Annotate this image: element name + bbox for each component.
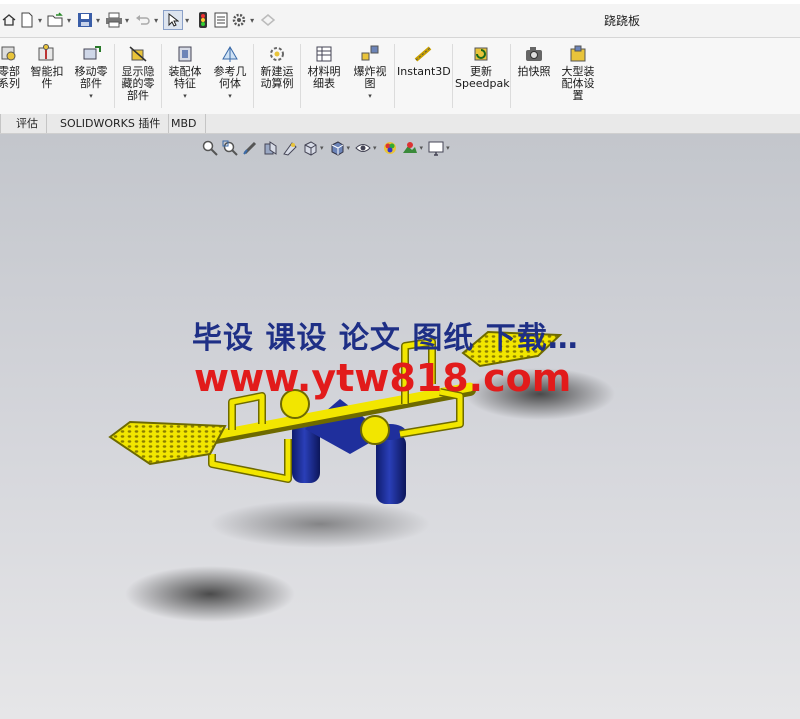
smart-fastener-icon xyxy=(38,44,54,61)
bill-of-materials-icon xyxy=(316,46,332,62)
update-speedpak-icon xyxy=(474,47,488,61)
undo-icon[interactable] xyxy=(134,11,152,29)
move-component-icon xyxy=(83,46,101,60)
smart-fastener-button[interactable]: 智能扣 件 xyxy=(27,44,67,90)
new-motion-study-icon xyxy=(270,47,284,61)
tab-mbd[interactable]: MBD xyxy=(163,114,206,133)
tab-evaluate[interactable]: 评估 xyxy=(8,114,47,133)
quick-access-toolbar: ▾ ▾ ▾ ▾ ▾ ▾ ▾ 跷跷板 xyxy=(0,0,800,38)
new-motion-study-button[interactable]: 新建运 动算例 xyxy=(256,44,298,90)
exploded-view-dropdown-icon[interactable]: ▾ xyxy=(349,90,391,102)
watermark-text-line2: www.ytw818.com xyxy=(194,356,572,400)
move-component-button[interactable]: 移动零 部件 ▾ xyxy=(70,44,112,102)
ribbon-separator xyxy=(394,44,395,108)
open-icon[interactable] xyxy=(47,11,65,29)
rebuild-icon[interactable] xyxy=(259,11,277,29)
print-dropdown-icon[interactable]: ▾ xyxy=(125,16,129,25)
open-dropdown-icon[interactable]: ▾ xyxy=(67,16,71,25)
ribbon-separator xyxy=(161,44,162,108)
show-hidden-components-button[interactable]: 显示隐 藏的零 部件 xyxy=(117,44,159,102)
assembly-feature-icon xyxy=(178,46,192,62)
new-dropdown-icon[interactable]: ▾ xyxy=(38,16,42,25)
exploded-view-button[interactable]: 爆炸视 图 ▾ xyxy=(349,44,391,102)
new-document-icon[interactable] xyxy=(18,11,36,29)
title-strip xyxy=(0,0,800,4)
file-properties-icon[interactable] xyxy=(212,11,230,29)
model-shadow xyxy=(210,500,430,548)
snapshot-button[interactable]: 拍快照 xyxy=(513,44,555,78)
update-speedpak-button[interactable]: 更新 Speedpak xyxy=(455,44,510,90)
select-dropdown-icon[interactable]: ▾ xyxy=(185,16,189,25)
tab-separator xyxy=(0,114,1,133)
save-dropdown-icon[interactable]: ▾ xyxy=(96,16,100,25)
watermark-text-line1: 毕设 课设 论文 图纸 下载… xyxy=(192,321,579,356)
ribbon-separator xyxy=(253,44,254,108)
move-component-dropdown-icon[interactable]: ▾ xyxy=(70,90,112,102)
print-icon[interactable] xyxy=(105,11,123,29)
traffic-light-icon[interactable] xyxy=(194,11,212,29)
ribbon-separator xyxy=(114,44,115,108)
select-icon[interactable] xyxy=(163,10,184,30)
seesaw-pivot-cap xyxy=(360,415,390,445)
instant3d-button[interactable]: Instant3D xyxy=(397,44,451,78)
show-hidden-components-icon xyxy=(129,46,147,62)
ribbon-separator xyxy=(452,44,453,108)
part-series-icon xyxy=(1,46,16,61)
instant3d-icon xyxy=(414,46,432,62)
seesaw-3d-model[interactable] xyxy=(0,134,800,719)
reference-geometry-icon xyxy=(222,46,238,62)
command-manager-ribbon: 零部 系列 智能扣 件 移动零 部件 ▾ 显示隐 藏的零 部件 装配体 特征 ▾… xyxy=(0,38,800,115)
window-title: 跷跷板 xyxy=(604,14,641,28)
seesaw-left-seat xyxy=(108,420,227,466)
exploded-view-icon xyxy=(361,45,379,61)
reference-geometry-dropdown-icon[interactable]: ▾ xyxy=(209,90,251,102)
model-shadow xyxy=(125,566,295,622)
options-dropdown-icon[interactable]: ▾ xyxy=(250,16,254,25)
save-icon[interactable] xyxy=(76,11,94,29)
command-manager-tabs: 评估 SOLIDWORKS 插件 MBD xyxy=(0,114,800,134)
home-icon[interactable] xyxy=(0,11,18,29)
reference-geometry-button[interactable]: 参考几 何体 ▾ xyxy=(209,44,251,102)
snapshot-camera-icon xyxy=(526,47,542,61)
ribbon-separator xyxy=(300,44,301,108)
options-gear-icon[interactable] xyxy=(230,11,248,29)
large-assembly-settings-icon xyxy=(570,45,586,62)
assembly-feature-button[interactable]: 装配体 特征 ▾ xyxy=(164,44,206,102)
large-assembly-settings-button[interactable]: 大型装 配体设 置 xyxy=(557,44,599,102)
part-series-button[interactable]: 零部 系列 xyxy=(0,44,22,90)
tab-solidworks-addins[interactable]: SOLIDWORKS 插件 xyxy=(52,114,170,133)
assembly-feature-dropdown-icon[interactable]: ▾ xyxy=(164,90,206,102)
undo-dropdown-icon[interactable]: ▾ xyxy=(154,16,158,25)
bill-of-materials-button[interactable]: 材料明 细表 xyxy=(303,44,345,90)
ribbon-separator xyxy=(510,44,511,108)
